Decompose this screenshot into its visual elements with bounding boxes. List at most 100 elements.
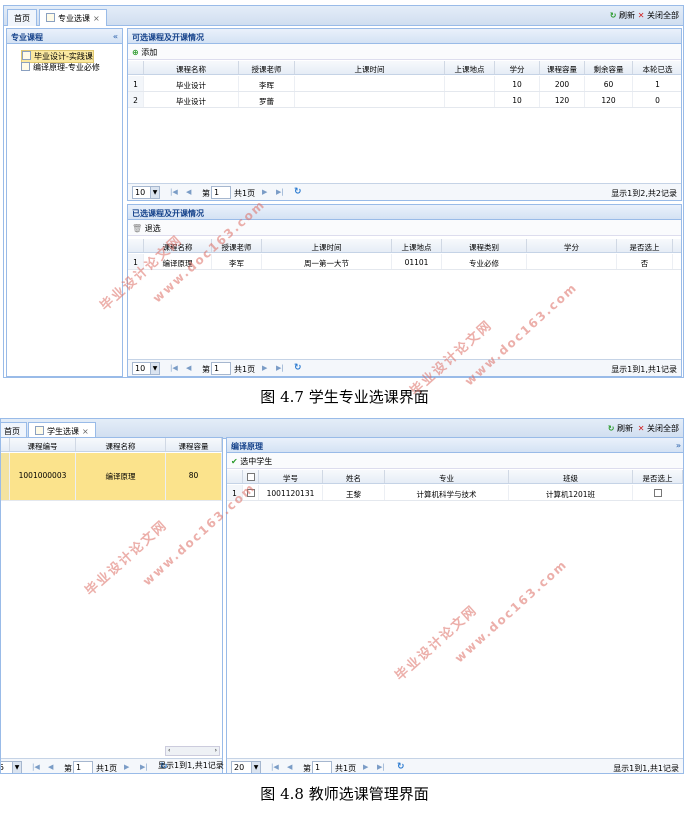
refresh-icon[interactable]: ↻ <box>294 363 302 373</box>
prev-page-icon[interactable]: ◀ <box>186 188 191 196</box>
add-button[interactable]: ⊕ 添加 <box>128 44 681 60</box>
last-page-icon[interactable]: ▶| <box>276 364 284 372</box>
page-size-select[interactable]: 20 ▼ <box>231 761 261 773</box>
close-all-button[interactable]: ✕ 关闭全部 <box>638 423 679 434</box>
col-selected[interactable]: 本轮已选 <box>633 61 681 74</box>
scroll-right-icon[interactable]: › <box>215 747 217 755</box>
confirm-students-button[interactable]: ✔ 选中学生 <box>227 453 683 469</box>
col-capacity[interactable]: 课程容量 <box>166 438 222 451</box>
col-major[interactable]: 专业 <box>385 470 509 483</box>
file-icon <box>22 51 31 60</box>
first-page-icon[interactable]: |◀ <box>170 188 178 196</box>
refresh-label: 刷新 <box>619 11 635 20</box>
first-page-icon[interactable]: |◀ <box>170 364 178 372</box>
prev-page-icon[interactable]: ◀ <box>287 763 292 771</box>
col-location[interactable]: 上课地点 <box>445 61 495 74</box>
col-student-id[interactable]: 学号 <box>259 470 323 483</box>
major-course-panel: 专业课程 « 毕业设计-实践课 编译原理-专业必修 <box>6 28 123 377</box>
next-page-icon[interactable]: ▶ <box>363 763 368 771</box>
col-checkbox[interactable] <box>243 470 259 483</box>
panel-title: 已选课程及开课情况 <box>128 205 681 220</box>
collapse-icon[interactable]: « <box>113 32 118 41</box>
cell: 王黎 <box>323 485 385 500</box>
col-class[interactable]: 班级 <box>509 470 633 483</box>
col-time[interactable]: 上课时间 <box>295 61 445 74</box>
next-page-icon[interactable]: ▶ <box>262 188 267 196</box>
col-credit[interactable]: 学分 <box>527 239 617 252</box>
col-name[interactable]: 姓名 <box>323 470 385 483</box>
page-input[interactable]: 1 <box>211 362 231 375</box>
col-is-selected[interactable]: 是否选上 <box>617 239 673 252</box>
cell <box>445 92 495 107</box>
panel-title: 编译原理 <box>231 442 263 451</box>
prev-page-icon[interactable]: ◀ <box>48 763 53 771</box>
cell <box>527 254 617 269</box>
col-teacher[interactable]: 授课老师 <box>239 61 295 74</box>
first-page-icon[interactable]: |◀ <box>271 763 279 771</box>
page-prefix: 第 <box>202 189 210 198</box>
refresh-label: 刷新 <box>617 424 633 433</box>
col-capacity[interactable]: 课程容量 <box>540 61 585 74</box>
scroll-left-icon[interactable]: ‹ <box>168 747 170 754</box>
course-list-panel: 课程编号 课程名称 课程容量 1001000003 编译原理 80 ‹› 5▼ … <box>1 437 223 773</box>
table-row[interactable]: 1 1001120131 王黎 计算机科学与技术 计算机1201班 <box>227 485 683 501</box>
last-page-icon[interactable]: ▶| <box>377 763 385 771</box>
is-selected-cell[interactable] <box>633 485 683 500</box>
refresh-button[interactable]: ↻ 刷新 <box>610 10 635 21</box>
page-size-select[interactable]: 10 ▼ <box>132 186 160 199</box>
tab-major-course[interactable]: 专业选课 × <box>39 9 107 26</box>
page-input[interactable]: 1 <box>211 186 231 199</box>
table-row-selected[interactable]: 1001000003 编译原理 80 <box>1 453 222 501</box>
last-page-icon[interactable]: ▶| <box>276 188 284 196</box>
cell: 01101 <box>392 254 442 269</box>
is-selected-checkbox[interactable] <box>653 489 662 497</box>
page-size-select[interactable]: 10 ▼ <box>132 362 160 375</box>
close-all-button[interactable]: ✕ 关闭全部 <box>638 10 679 21</box>
pager-info: 显示1到1,共1记录 <box>613 764 679 773</box>
table-row[interactable]: 2 毕业设计 罗蕾 10 120 120 0 <box>128 92 681 108</box>
left-pager-info: 显示1到1,共1记录 <box>158 761 224 770</box>
grid-header: 课程编号 课程名称 课程容量 <box>1 438 222 452</box>
cell: 计算机1201班 <box>509 485 633 500</box>
tab-home[interactable]: 首页 <box>7 9 37 26</box>
close-all-label: 关闭全部 <box>647 11 679 20</box>
close-tab-icon[interactable]: × <box>82 427 89 436</box>
page-suffix: 共1页 <box>96 764 118 773</box>
cell <box>295 76 445 91</box>
col-course-name[interactable]: 课程名称 <box>76 438 166 451</box>
last-page-icon[interactable]: ▶| <box>140 763 148 771</box>
table-row[interactable]: 1 毕业设计 李晖 10 200 60 1 <box>128 76 681 92</box>
col-credit[interactable]: 学分 <box>495 61 540 74</box>
pager: 20 ▼ |◀ ◀ 第 1 共1页 ▶ ▶| ↻ 显示1到1,共1记录 <box>227 758 683 773</box>
col-course-name[interactable]: 课程名称 <box>144 61 239 74</box>
page-suffix: 共1页 <box>234 189 256 198</box>
col-time[interactable]: 上课时间 <box>262 239 392 252</box>
close-tab-icon[interactable]: × <box>93 14 100 23</box>
horizontal-scrollbar[interactable]: ‹ › <box>165 746 220 756</box>
col-location[interactable]: 上课地点 <box>392 239 442 252</box>
page-input[interactable]: 1 <box>73 761 93 773</box>
cell: 1 <box>128 76 144 91</box>
refresh-icon[interactable]: ↻ <box>294 187 302 197</box>
col-course-id[interactable]: 课程编号 <box>10 438 76 451</box>
trash-icon: 🗑 <box>132 224 143 233</box>
prev-page-icon[interactable]: ◀ <box>186 364 191 372</box>
page-input[interactable]: 1 <box>312 761 332 773</box>
refresh-button[interactable]: ↻ 刷新 <box>608 423 633 434</box>
next-page-icon[interactable]: ▶ <box>124 763 129 771</box>
expand-icon[interactable]: » <box>676 441 681 450</box>
page-size-select[interactable]: 5▼ <box>1 761 22 773</box>
col-is-selected[interactable]: 是否选上 <box>633 470 683 483</box>
col-remaining[interactable]: 剩余容量 <box>585 61 633 74</box>
cell: 否 <box>617 254 673 269</box>
next-page-icon[interactable]: ▶ <box>262 364 267 372</box>
col-category[interactable]: 课程类别 <box>442 239 527 252</box>
add-label: 添加 <box>141 48 158 57</box>
tree-item-compiler[interactable]: 编译原理-专业必修 <box>21 62 100 73</box>
withdraw-button[interactable]: 🗑 退选 <box>128 220 681 236</box>
tab-label: 专业选课 <box>58 14 90 23</box>
refresh-icon[interactable]: ↻ <box>397 762 405 772</box>
grid-header: 学号 姓名 专业 班级 是否选上 <box>227 470 683 484</box>
cell: 罗蕾 <box>239 92 295 107</box>
first-page-icon[interactable]: |◀ <box>32 763 40 771</box>
